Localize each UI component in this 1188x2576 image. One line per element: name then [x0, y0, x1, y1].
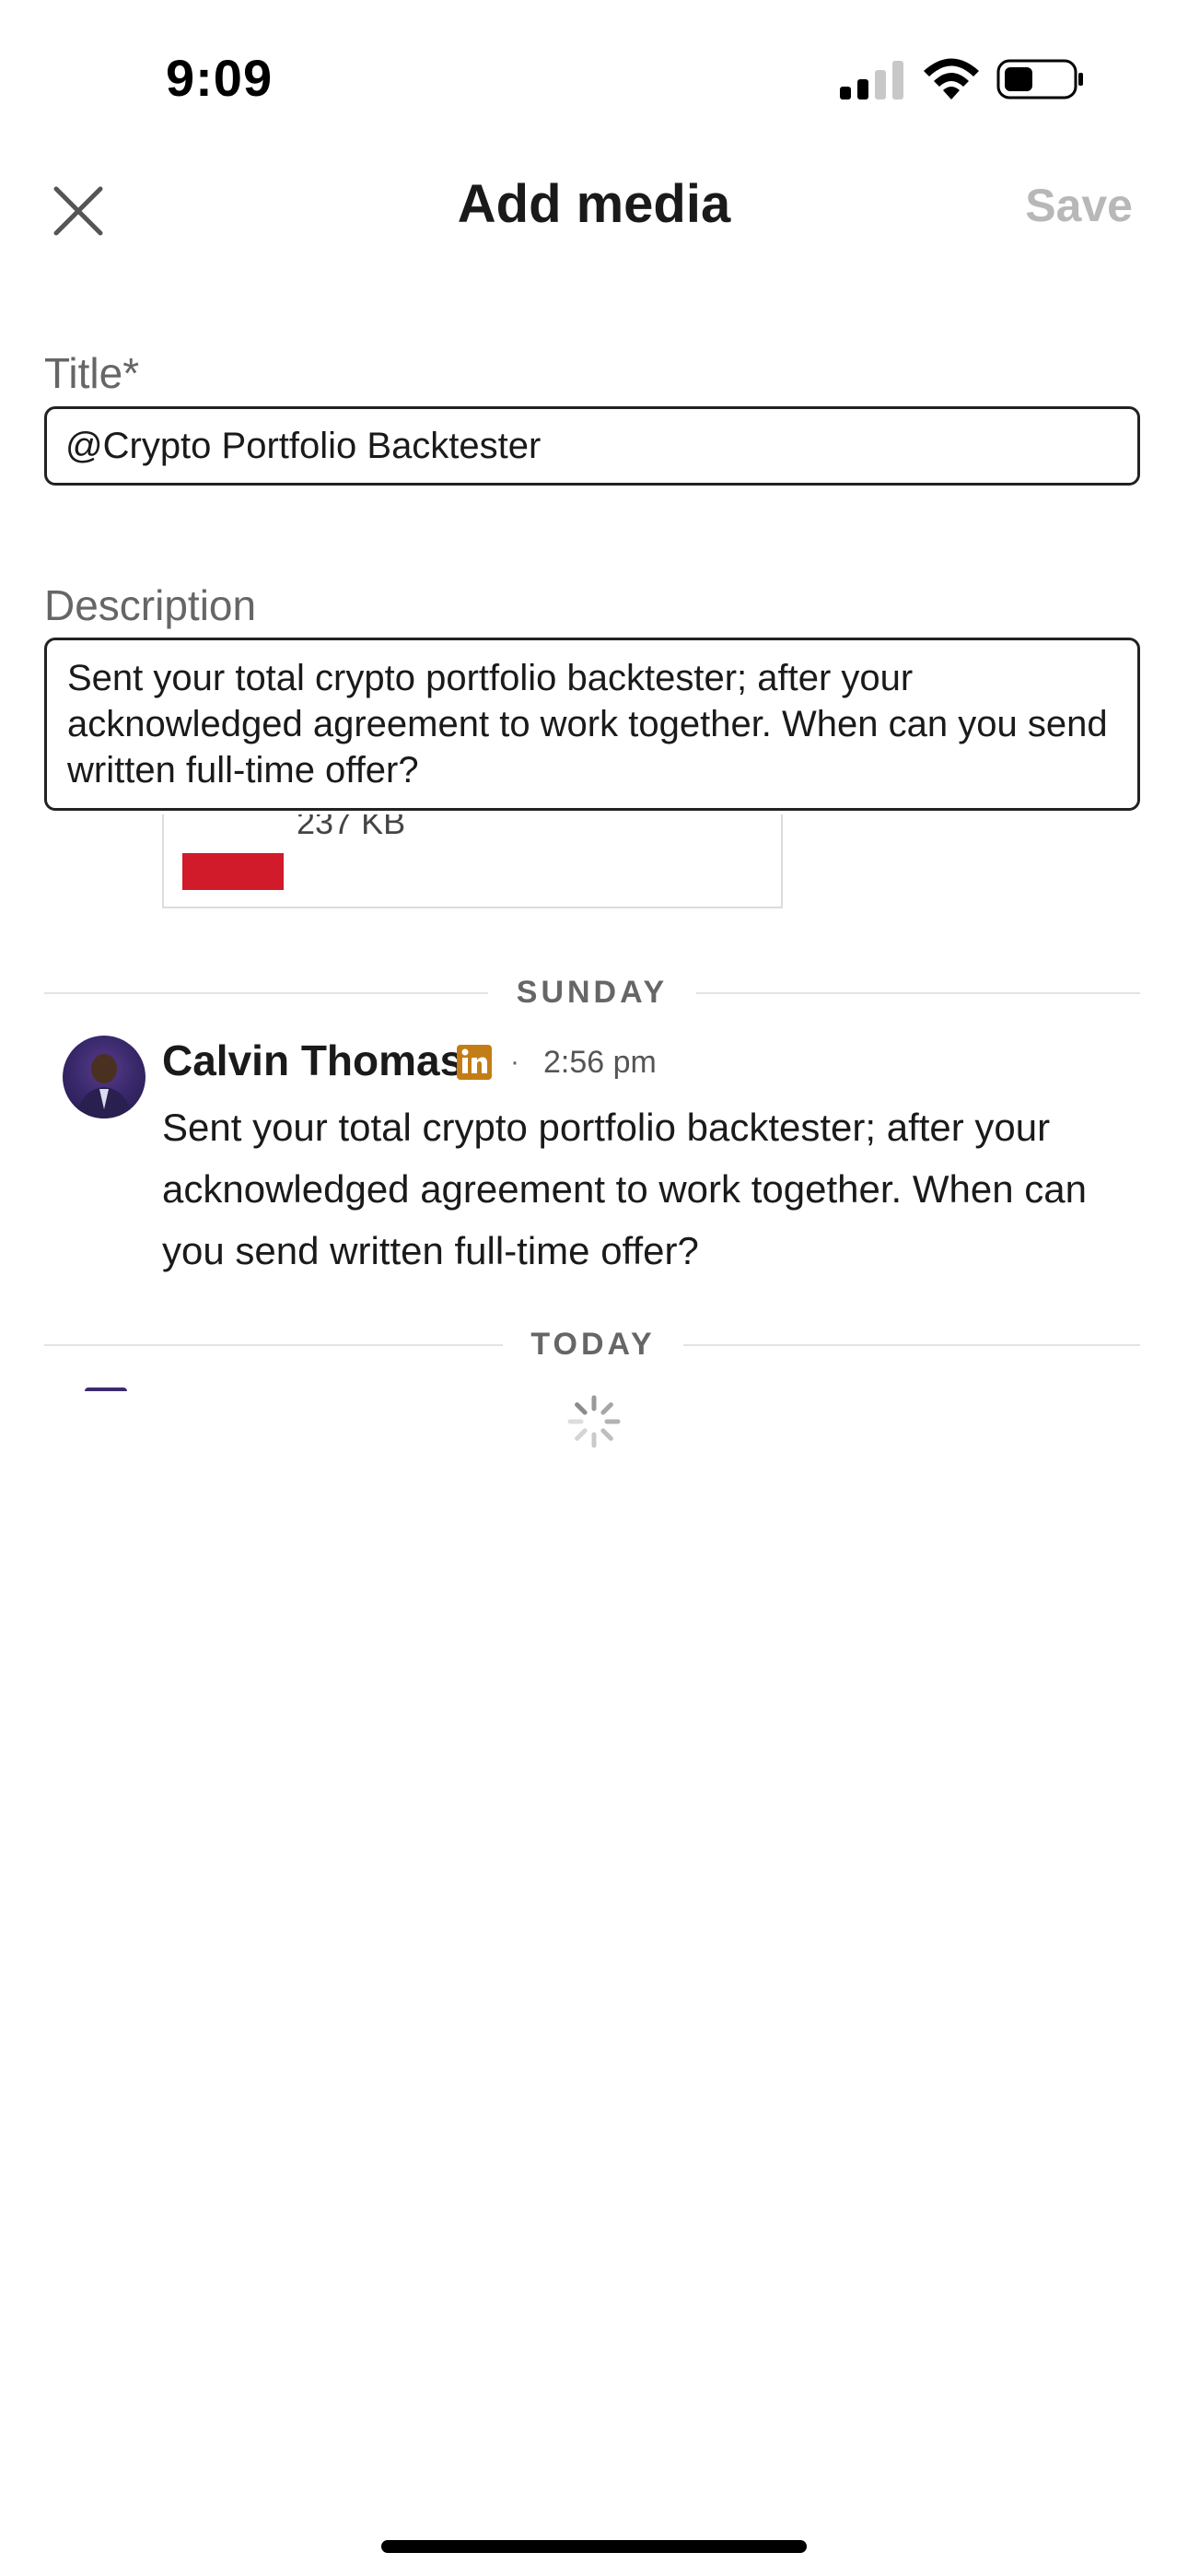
divider	[44, 1344, 503, 1346]
avatar[interactable]	[63, 1036, 146, 1118]
page-title: Add media	[457, 174, 731, 234]
battery-icon	[996, 59, 1083, 100]
message-text: Sent your total crypto portfolio backtes…	[162, 1106, 1087, 1272]
description-input[interactable]: Sent your total crypto portfolio backtes…	[44, 638, 1140, 811]
title-input[interactable]	[44, 406, 1140, 486]
message-timestamp: 2:56 pm	[543, 1045, 657, 1080]
linkedin-icon	[457, 1045, 492, 1080]
day-separator-label: TODAY	[530, 1327, 656, 1362]
wifi-icon	[924, 58, 979, 100]
person-photo-icon	[76, 1054, 133, 1118]
status-time: 9:09	[166, 49, 274, 107]
loading-spinner-icon	[567, 1395, 621, 1448]
divider	[683, 1344, 1140, 1346]
divider	[44, 992, 488, 994]
title-field-label: Title*	[44, 349, 140, 397]
cellular-signal-icon	[840, 61, 903, 100]
divider	[696, 992, 1140, 994]
pdf-thumbnail	[182, 853, 284, 890]
day-separator-label: SUNDAY	[516, 975, 669, 1010]
home-indicator[interactable]	[381, 2540, 807, 2553]
save-button[interactable]: Save	[1025, 179, 1133, 232]
separator-dot: ·	[510, 1047, 519, 1077]
attachment-card[interactable]: 237 KB	[162, 814, 783, 908]
sender-name[interactable]: Calvin Thomas	[162, 1036, 463, 1085]
avatar	[85, 1388, 127, 1391]
attachment-size: 237 KB	[297, 814, 406, 841]
description-field-label: Description	[44, 581, 257, 629]
